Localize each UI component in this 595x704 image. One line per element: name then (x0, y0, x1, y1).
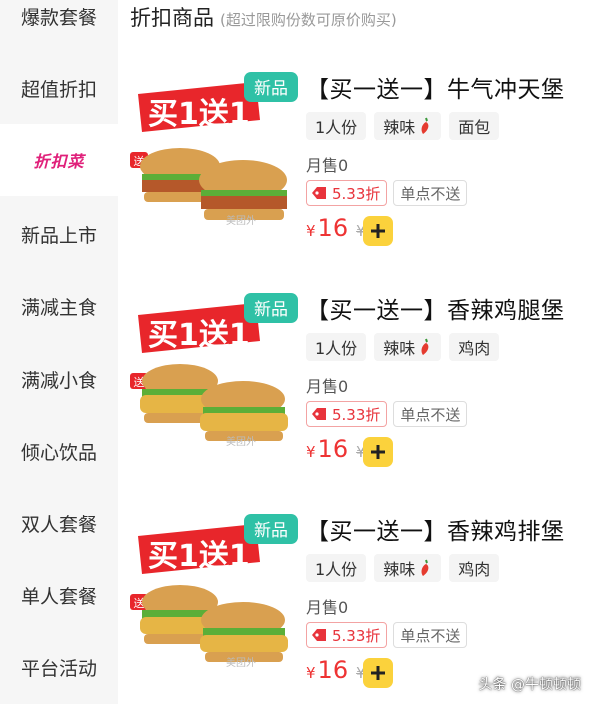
no-delivery-badge: 单点不送 (393, 622, 468, 648)
chili-icon (421, 559, 429, 576)
burger-right (200, 602, 288, 662)
promo-row: 5.33折 单点不送 (306, 622, 468, 648)
sidebar-item-discount-dishes[interactable]: 折扣菜 (0, 124, 118, 196)
sale-price: 16 (317, 435, 349, 463)
currency-symbol: ¥ (306, 443, 316, 461)
burger-right (199, 160, 287, 220)
product-card[interactable]: 买1送1 新品 送 美团外 【买一送一】香辣鸡腿堡 1人份 辣味 鸡肉 月售0 … (118, 285, 595, 505)
discount-badge: 5.33折 (306, 401, 388, 427)
sidebar-item-single-combo[interactable]: 单人套餐 (0, 559, 118, 631)
product-name[interactable]: 【买一送一】香辣鸡腿堡 (306, 291, 565, 325)
product-info: 【买一送一】牛气冲天堡 1人份 辣味 面包 月售0 5.33折 单点不送 ¥ 1… (306, 64, 591, 284)
section-note: (超过限购份数可原价购买) (220, 11, 397, 29)
sidebar-item-snack-deals[interactable]: 满减小食 (0, 343, 118, 415)
tag-spicy: 辣味 (374, 112, 442, 140)
discount-badge: 5.33折 (306, 180, 388, 206)
tag-list: 1人份 辣味 面包 (306, 112, 500, 140)
image-watermark: 美团外 (226, 656, 256, 669)
tag-portion: 1人份 (306, 333, 367, 361)
tag-spicy-label: 辣味 (383, 560, 416, 579)
sidebar-item-hot-combo[interactable]: 爆款套餐 (0, 0, 118, 52)
no-delivery-badge: 单点不送 (393, 401, 468, 427)
add-to-cart-button[interactable] (363, 658, 393, 688)
chili-icon (421, 117, 429, 134)
new-badge: 新品 (254, 521, 288, 541)
sidebar-item-value-discount[interactable]: 超值折扣 (0, 52, 118, 124)
tag-category: 面包 (449, 112, 500, 140)
discount-text: 5.33折 (332, 405, 381, 424)
sidebar-item-label: 倾心饮品 (20, 441, 97, 464)
sidebar-item-label: 双人套餐 (20, 513, 97, 536)
product-info: 【买一送一】香辣鸡腿堡 1人份 辣味 鸡肉 月售0 5.33折 单点不送 ¥ 1… (306, 285, 591, 505)
discount-text: 5.33折 (332, 626, 381, 645)
product-image[interactable]: 买1送1 新品 送 美团外 (128, 289, 300, 449)
new-badge: 新品 (254, 300, 288, 320)
product-name[interactable]: 【买一送一】牛气冲天堡 (306, 70, 565, 104)
sidebar-item-label: 折扣菜 (33, 152, 85, 171)
monthly-sales: 月售0 (306, 156, 349, 175)
sidebar-item-drinks[interactable]: 倾心饮品 (0, 415, 118, 487)
product-list: 折扣商品 (超过限购份数可原价购买) 买1送1 新品 送 美团外 【买一送一】牛… (118, 0, 595, 704)
tag-category: 鸡肉 (449, 333, 500, 361)
chili-icon (421, 338, 429, 355)
monthly-sales: 月售0 (306, 598, 349, 617)
sidebar-item-platform-events[interactable]: 平台活动 (0, 631, 118, 703)
tag-spicy: 辣味 (374, 554, 442, 582)
product-card[interactable]: 买1送1 新品 送 美团外 【买一送一】牛气冲天堡 1人份 辣味 面包 月售0 … (118, 64, 595, 284)
promo-row: 5.33折 单点不送 (306, 180, 468, 206)
new-badge: 新品 (254, 79, 288, 99)
plus-icon (371, 224, 385, 238)
category-sidebar: 爆款套餐 超值折扣 折扣菜 新品上市 满减主食 满减小食 倾心饮品 双人套餐 单… (0, 0, 118, 704)
burger-right (200, 381, 288, 441)
sidebar-item-label: 新品上市 (20, 224, 97, 247)
image-watermark: 美团外 (226, 214, 256, 227)
plus-icon (371, 666, 385, 680)
add-to-cart-button[interactable] (363, 216, 393, 246)
tag-category: 鸡肉 (449, 554, 500, 582)
promo-text: 买1送1 (148, 97, 250, 132)
currency-symbol: ¥ (306, 222, 316, 240)
add-to-cart-button[interactable] (363, 437, 393, 467)
discount-tag-icon (312, 187, 326, 199)
promo-text: 买1送1 (148, 539, 250, 574)
image-watermark: 美团外 (226, 435, 256, 448)
discount-text: 5.33折 (332, 184, 381, 203)
currency-symbol: ¥ (306, 664, 316, 682)
sidebar-item-label: 平台活动 (20, 657, 97, 680)
sale-price: 16 (317, 214, 349, 242)
section-header: 折扣商品 (超过限购份数可原价购买) (130, 2, 397, 32)
sale-price: 16 (317, 656, 349, 684)
tag-spicy-label: 辣味 (383, 339, 416, 358)
sidebar-item-new-arrivals[interactable]: 新品上市 (0, 198, 118, 270)
promo-row: 5.33折 单点不送 (306, 401, 468, 427)
discount-tag-icon (312, 629, 326, 641)
tag-list: 1人份 辣味 鸡肉 (306, 554, 500, 582)
tag-portion: 1人份 (306, 554, 367, 582)
discount-tag-icon (312, 408, 326, 420)
tag-list: 1人份 辣味 鸡肉 (306, 333, 500, 361)
promo-text: 买1送1 (148, 318, 250, 353)
discount-badge: 5.33折 (306, 622, 388, 648)
section-title: 折扣商品 (130, 6, 214, 30)
sidebar-item-label: 满减主食 (20, 296, 97, 319)
sidebar-item-double-combo[interactable]: 双人套餐 (0, 487, 118, 559)
sidebar-item-label: 单人套餐 (20, 585, 97, 608)
sidebar-item-staple-deals[interactable]: 满减主食 (0, 270, 118, 342)
tag-spicy-label: 辣味 (383, 118, 416, 137)
no-delivery-badge: 单点不送 (393, 180, 468, 206)
product-image[interactable]: 买1送1 新品 送 美团外 (128, 510, 300, 670)
product-name[interactable]: 【买一送一】香辣鸡排堡 (306, 512, 565, 546)
sidebar-item-label: 超值折扣 (20, 78, 97, 101)
platform-watermark: 头条 @牛顿顿顿 (478, 677, 581, 693)
tag-spicy: 辣味 (374, 333, 442, 361)
plus-icon (371, 445, 385, 459)
product-image[interactable]: 买1送1 新品 送 美团外 (128, 68, 300, 228)
tag-portion: 1人份 (306, 112, 367, 140)
sidebar-item-label: 满减小食 (20, 369, 97, 392)
sidebar-item-label: 爆款套餐 (20, 6, 97, 29)
monthly-sales: 月售0 (306, 377, 349, 396)
